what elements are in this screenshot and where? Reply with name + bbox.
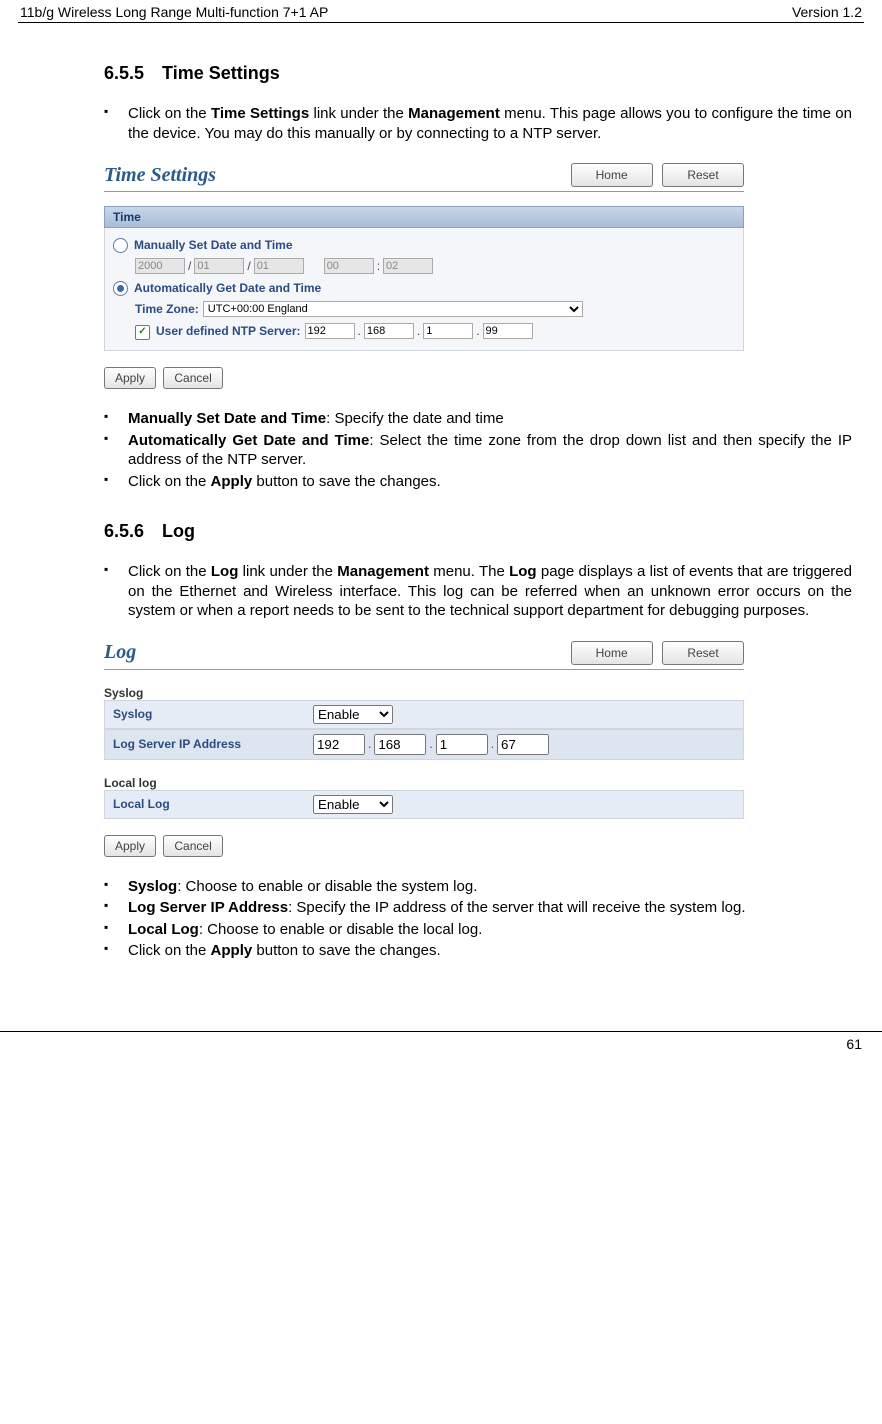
locallog-row: Local Log Enable [104,790,744,819]
section-6-5-5-title: 6.5.5Time Settings [104,63,852,84]
b655-3: Click on the Apply button to save the ch… [104,472,852,492]
ntp-b[interactable] [364,323,414,339]
apply-button[interactable]: Apply [104,367,156,389]
header-left: 11b/g Wireless Long Range Multi-function… [20,4,328,20]
home-button[interactable]: Home [571,163,653,187]
cancel-button[interactable]: Cancel [163,367,222,389]
locallog-select[interactable]: Enable [313,795,393,814]
home-button[interactable]: Home [571,641,653,665]
intro-656: Click on the Log link under the Manageme… [104,562,852,621]
ntp-row: User defined NTP Server: . . . [113,320,735,342]
hour-input[interactable] [324,258,374,274]
auto-radio[interactable] [113,281,128,296]
syslog-row: Syslog Enable [104,700,744,729]
logip-d[interactable] [497,734,549,755]
b655-1: Manually Set Date and Time: Specify the … [104,409,852,429]
manual-row[interactable]: Manually Set Date and Time [113,234,735,255]
auto-row[interactable]: Automatically Get Date and Time [113,277,735,298]
ntp-c[interactable] [423,323,473,339]
b656-1: Syslog: Choose to enable or disable the … [104,877,852,897]
panel-title: Log [104,641,136,664]
intro-655: Click on the Time Settings link under th… [104,104,852,143]
page-number: 61 [0,1032,882,1058]
manual-radio[interactable] [113,238,128,253]
timezone-row: Time Zone: UTC+00:00 England [113,298,735,320]
locallog-subhead: Local log [104,776,744,790]
day-input[interactable] [254,258,304,274]
timezone-select[interactable]: UTC+00:00 England [203,301,583,317]
page-header: 11b/g Wireless Long Range Multi-function… [18,0,864,23]
panel-title: Time Settings [104,164,216,187]
b656-2: Log Server IP Address: Specify the IP ad… [104,898,852,918]
minute-input[interactable] [383,258,433,274]
syslog-subhead: Syslog [104,686,744,700]
reset-button[interactable]: Reset [662,163,744,187]
b656-3: Local Log: Choose to enable or disable t… [104,920,852,940]
header-right: Version 1.2 [792,4,862,20]
cancel-button[interactable]: Cancel [163,835,222,857]
logip-a[interactable] [313,734,365,755]
logip-b[interactable] [374,734,426,755]
reset-button[interactable]: Reset [662,641,744,665]
syslog-select[interactable]: Enable [313,705,393,724]
section-6-5-6-title: 6.5.6Log [104,521,852,542]
ntp-d[interactable] [483,323,533,339]
log-panel: Log Home Reset Syslog Syslog Enable Log … [104,641,744,857]
b656-4: Click on the Apply button to save the ch… [104,941,852,961]
b655-2: Automatically Get Date and Time: Select … [104,431,852,470]
apply-button[interactable]: Apply [104,835,156,857]
ntp-checkbox[interactable] [135,325,150,340]
logip-row: Log Server IP Address . . . [104,729,744,760]
logip-c[interactable] [436,734,488,755]
time-section-header: Time [104,206,744,228]
month-input[interactable] [194,258,244,274]
year-input[interactable] [135,258,185,274]
time-settings-panel: Time Settings Home Reset Time Manually S… [104,163,744,389]
ntp-a[interactable] [305,323,355,339]
manual-date-inputs: / / : [113,255,735,277]
